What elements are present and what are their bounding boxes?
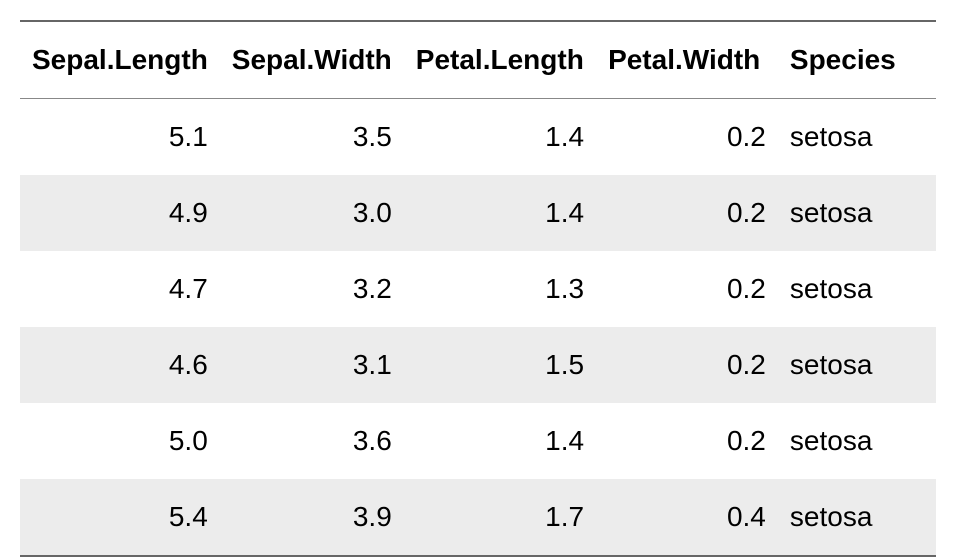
table-cell: setosa bbox=[778, 327, 936, 403]
table-cell: 0.2 bbox=[596, 251, 778, 327]
table-cell: setosa bbox=[778, 99, 936, 176]
table-row: 4.6 3.1 1.5 0.2 setosa bbox=[20, 327, 936, 403]
column-header: Species bbox=[778, 21, 936, 99]
table-cell: 1.4 bbox=[404, 99, 596, 176]
table-cell: 3.5 bbox=[220, 99, 404, 176]
column-header: Sepal.Length bbox=[20, 21, 220, 99]
table-header: Sepal.Length Sepal.Width Petal.Length Pe… bbox=[20, 21, 936, 99]
table-cell: 3.0 bbox=[220, 175, 404, 251]
table-cell: 3.6 bbox=[220, 403, 404, 479]
table-header-row: Sepal.Length Sepal.Width Petal.Length Pe… bbox=[20, 21, 936, 99]
table-cell: 5.4 bbox=[20, 479, 220, 556]
table-cell: 0.2 bbox=[596, 99, 778, 176]
table-body: 5.1 3.5 1.4 0.2 setosa 4.9 3.0 1.4 0.2 s… bbox=[20, 99, 936, 557]
table-cell: 4.9 bbox=[20, 175, 220, 251]
column-header: Petal.Width bbox=[596, 21, 778, 99]
table-row: 4.9 3.0 1.4 0.2 setosa bbox=[20, 175, 936, 251]
table-cell: 1.7 bbox=[404, 479, 596, 556]
table-cell: 5.0 bbox=[20, 403, 220, 479]
table-cell: 4.7 bbox=[20, 251, 220, 327]
column-header: Sepal.Width bbox=[220, 21, 404, 99]
data-table-container: Sepal.Length Sepal.Width Petal.Length Pe… bbox=[20, 20, 936, 557]
table-cell: setosa bbox=[778, 251, 936, 327]
data-table: Sepal.Length Sepal.Width Petal.Length Pe… bbox=[20, 20, 936, 557]
table-cell: 1.5 bbox=[404, 327, 596, 403]
column-header: Petal.Length bbox=[404, 21, 596, 99]
table-cell: 4.6 bbox=[20, 327, 220, 403]
table-cell: setosa bbox=[778, 403, 936, 479]
table-cell: 3.1 bbox=[220, 327, 404, 403]
table-row: 4.7 3.2 1.3 0.2 setosa bbox=[20, 251, 936, 327]
table-cell: setosa bbox=[778, 479, 936, 556]
table-cell: 5.1 bbox=[20, 99, 220, 176]
table-row: 5.1 3.5 1.4 0.2 setosa bbox=[20, 99, 936, 176]
table-row: 5.4 3.9 1.7 0.4 setosa bbox=[20, 479, 936, 556]
table-row: 5.0 3.6 1.4 0.2 setosa bbox=[20, 403, 936, 479]
table-cell: 0.2 bbox=[596, 327, 778, 403]
table-cell: 0.4 bbox=[596, 479, 778, 556]
table-cell: 1.4 bbox=[404, 175, 596, 251]
table-cell: 3.2 bbox=[220, 251, 404, 327]
table-cell: setosa bbox=[778, 175, 936, 251]
table-cell: 3.9 bbox=[220, 479, 404, 556]
table-cell: 1.4 bbox=[404, 403, 596, 479]
table-cell: 0.2 bbox=[596, 403, 778, 479]
table-cell: 0.2 bbox=[596, 175, 778, 251]
table-cell: 1.3 bbox=[404, 251, 596, 327]
